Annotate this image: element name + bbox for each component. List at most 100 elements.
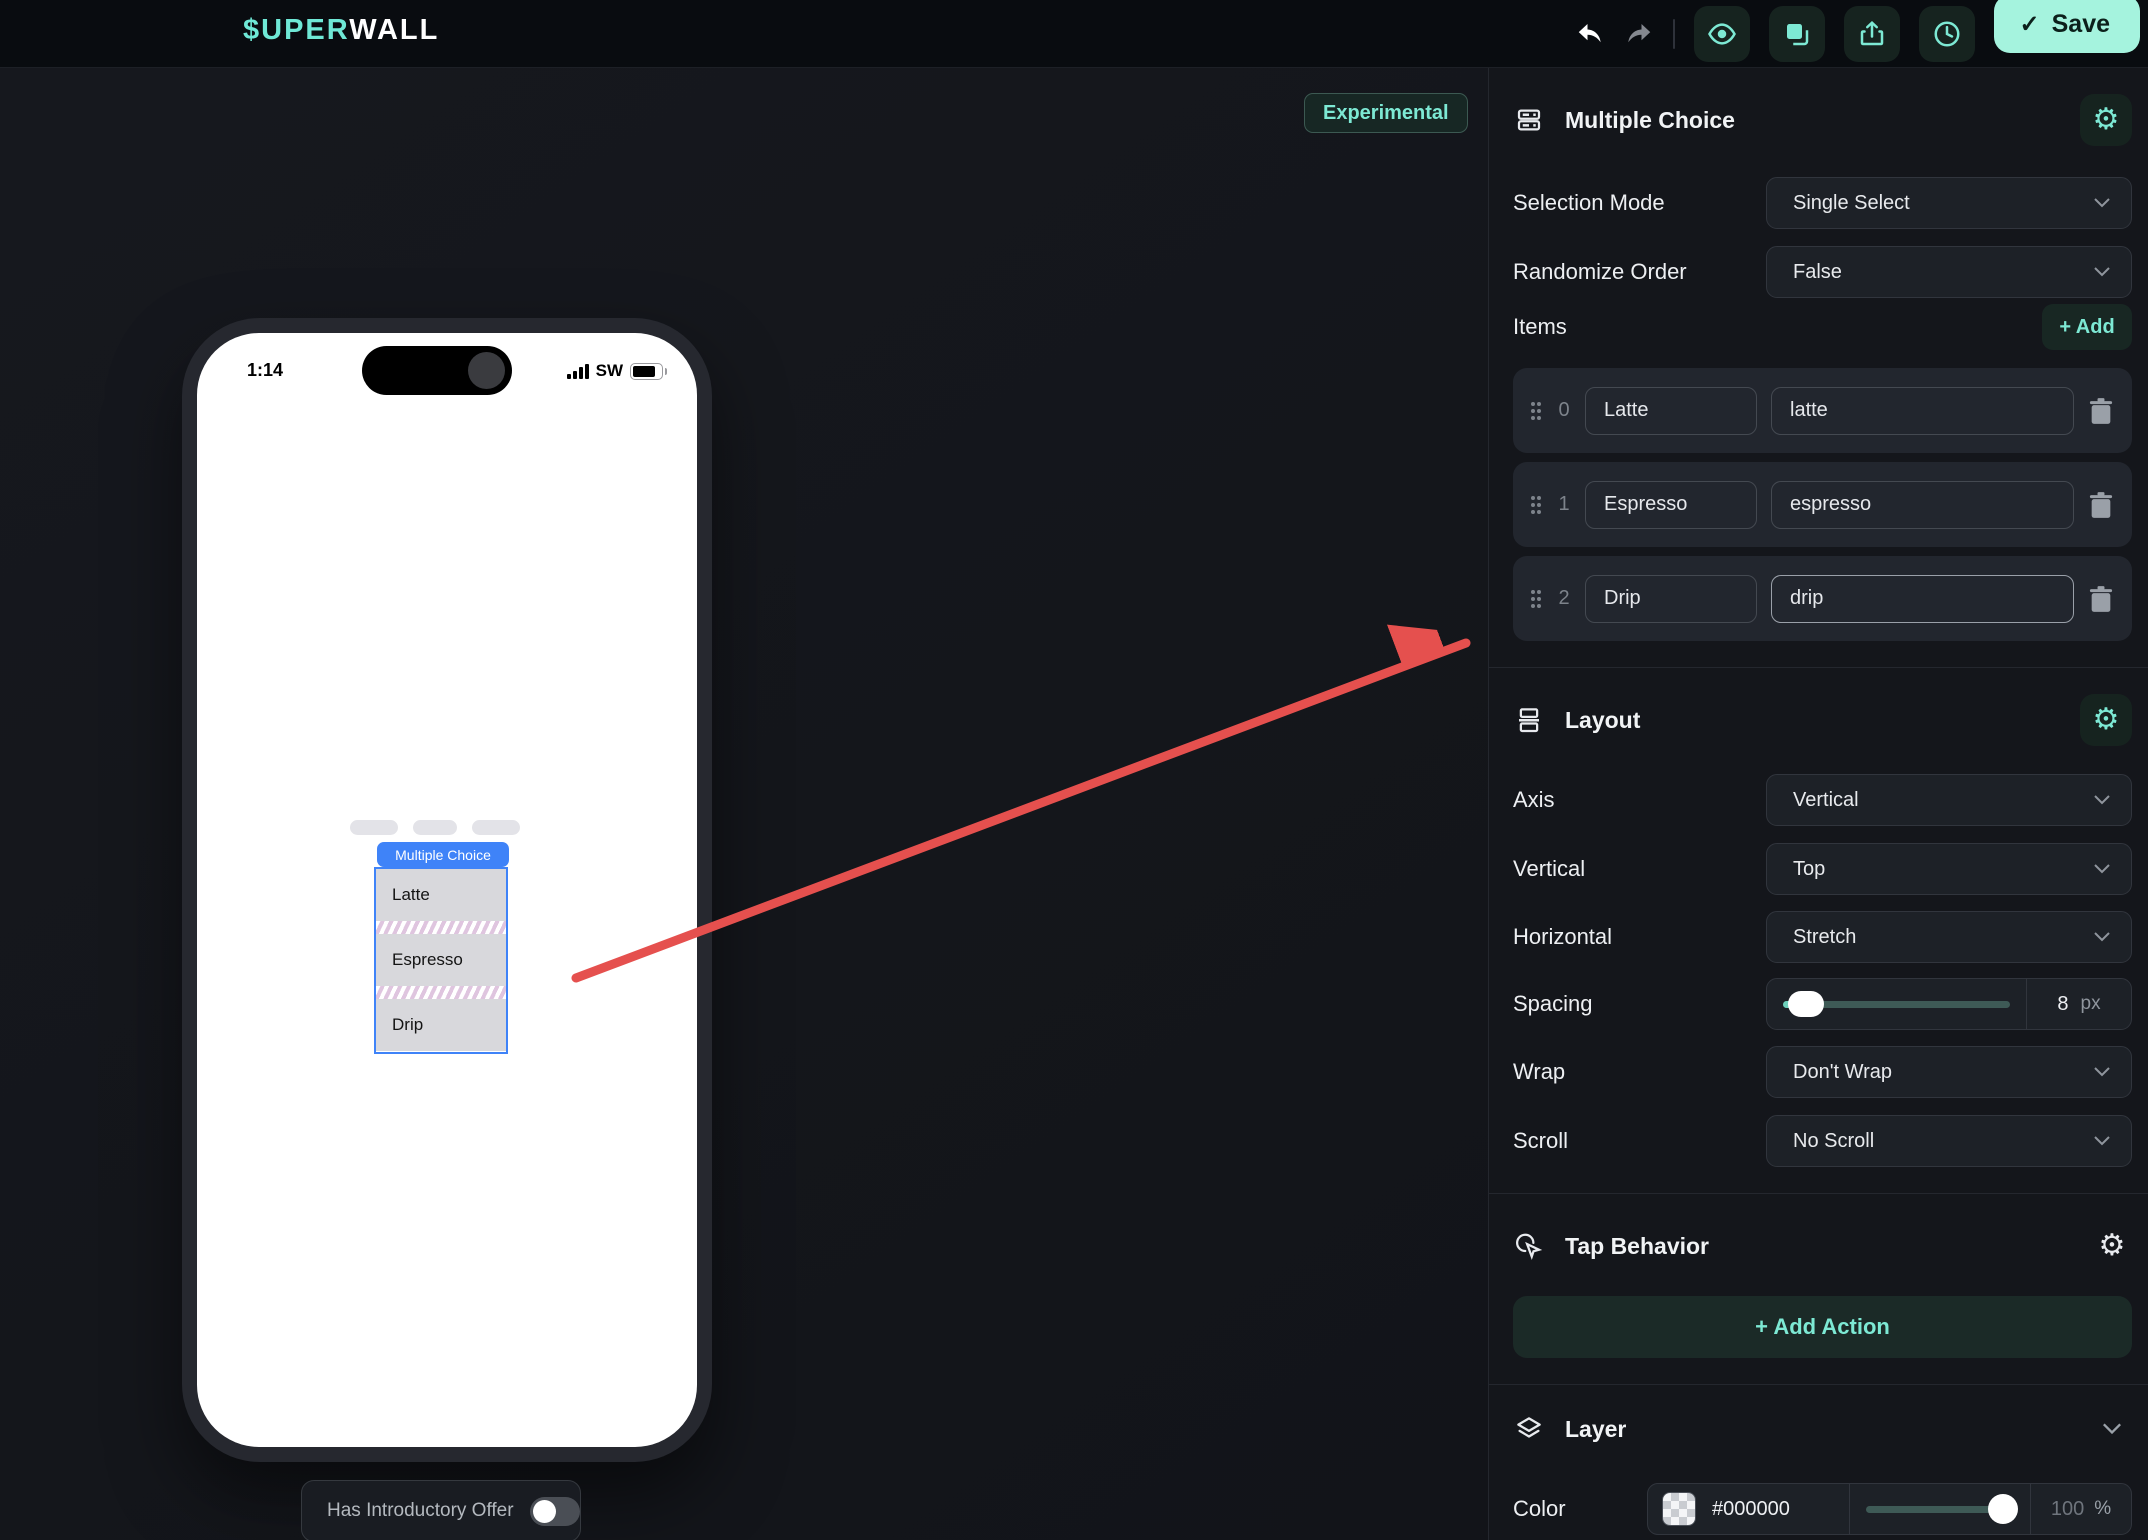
toolbar-right-cluster: ✓ Save	[1575, 0, 2140, 68]
drag-handle-icon[interactable]	[1529, 400, 1543, 422]
layer-color-control: #000000 100 %	[1647, 1483, 2132, 1535]
color-label: Color	[1513, 1496, 1566, 1521]
multiple-choice-settings-gear-icon[interactable]: ⚙	[2080, 94, 2132, 146]
layout-settings-gear-icon[interactable]: ⚙	[2080, 694, 2132, 746]
horizontal-label: Horizontal	[1513, 924, 1613, 949]
item-row-2: 2	[1513, 556, 2132, 641]
drag-handle-icon[interactable]	[1529, 588, 1543, 610]
placeholder-pills	[350, 820, 520, 835]
inspector-panel: Multiple Choice ⚙ Selection Mode Single …	[1488, 68, 2148, 1540]
history-clock-icon[interactable]	[1918, 6, 1975, 62]
opacity-unit: %	[2094, 1498, 2112, 1519]
layer-collapse-chevron-icon[interactable]	[2092, 1422, 2132, 1436]
toolbar-divider	[1672, 19, 1675, 49]
section-layer: Layer Color #000000 100 %	[1489, 1403, 2148, 1540]
camera-dot	[468, 352, 505, 389]
axis-dropdown[interactable]: Vertical	[1766, 774, 2132, 826]
signal-icon	[566, 363, 589, 379]
intro-offer-label: Has Introductory Offer	[327, 1500, 514, 1521]
choice-option-espresso[interactable]: Espresso	[376, 934, 506, 986]
choice-option-latte[interactable]: Latte	[376, 869, 506, 921]
item-value-input[interactable]	[1771, 480, 2074, 529]
item-label-input[interactable]	[1585, 574, 1757, 623]
add-item-button[interactable]: + Add	[2042, 304, 2132, 350]
spacing-label: Spacing	[1513, 991, 1593, 1016]
section-title: Layout	[1565, 706, 1641, 733]
experimental-badge: Experimental	[1304, 93, 1468, 133]
layout-icon	[1513, 704, 1545, 736]
dynamic-island	[362, 346, 512, 395]
opacity-value[interactable]: 100	[2051, 1498, 2084, 1521]
section-title: Layer	[1565, 1415, 1627, 1442]
scroll-dropdown[interactable]: No Scroll	[1766, 1115, 2132, 1167]
duplicate-icon[interactable]	[1768, 6, 1825, 62]
trash-icon[interactable]	[2088, 397, 2114, 425]
drag-handle-icon[interactable]	[1529, 494, 1543, 516]
item-index: 2	[1558, 587, 1570, 609]
placeholder-pill	[350, 820, 398, 835]
scroll-label: Scroll	[1513, 1128, 1569, 1153]
selection-tag: Multiple Choice	[377, 842, 509, 867]
trash-icon[interactable]	[2088, 491, 2114, 519]
chevron-down-icon	[2094, 267, 2110, 277]
item-index: 0	[1558, 399, 1570, 421]
item-index: 1	[1558, 493, 1570, 515]
intro-offer-toggle[interactable]	[529, 1496, 580, 1526]
placeholder-pill	[413, 820, 457, 835]
item-row-0: 0	[1513, 368, 2132, 453]
choice-option-drip[interactable]: Drip	[376, 999, 506, 1051]
chevron-down-icon	[2094, 795, 2110, 805]
add-action-button[interactable]: + Add Action	[1513, 1296, 2132, 1358]
top-toolbar: $UPERWALL ✓ Save	[0, 0, 2148, 68]
color-swatch[interactable]	[1662, 1492, 1696, 1526]
chevron-down-icon	[2094, 1067, 2110, 1077]
vertical-label: Vertical	[1513, 856, 1586, 881]
superwall-logo: $UPERWALL	[243, 14, 440, 46]
chevron-down-icon	[2094, 864, 2110, 874]
phone-preview: 1:14 SW Multiple Choice Latte Espresso D…	[182, 318, 712, 1462]
section-layout: Layout ⚙ Axis Vertical Vertical Top Hori…	[1489, 692, 2148, 1194]
item-value-input[interactable]	[1771, 574, 2074, 623]
wrap-label: Wrap	[1513, 1059, 1566, 1084]
tap-behavior-icon	[1513, 1230, 1545, 1262]
item-label-input[interactable]	[1585, 386, 1757, 435]
spacing-stripe	[376, 986, 506, 999]
chevron-down-icon	[2094, 932, 2110, 942]
layers-icon	[1513, 1413, 1545, 1445]
chevron-down-icon	[2094, 1136, 2110, 1146]
editor-canvas: Experimental 1:14 SW Multiple Choice Lat…	[0, 68, 1488, 1540]
selection-mode-dropdown[interactable]: Single Select	[1766, 177, 2132, 229]
randomize-order-dropdown[interactable]: False	[1766, 246, 2132, 298]
opacity-slider-knob[interactable]	[1988, 1494, 2018, 1524]
axis-label: Axis	[1513, 787, 1555, 812]
spacing-unit: px	[2080, 993, 2101, 1014]
color-hex-value[interactable]: #000000	[1712, 1498, 1790, 1521]
items-label: Items	[1513, 314, 1567, 339]
spacing-value[interactable]: 8	[2057, 993, 2068, 1016]
undo-icon[interactable]	[1575, 19, 1605, 49]
vertical-dropdown[interactable]: Top	[1766, 843, 2132, 895]
wrap-dropdown[interactable]: Don't Wrap	[1766, 1046, 2132, 1098]
section-tap-behavior: Tap Behavior ⚙ + Add Action	[1489, 1218, 2148, 1385]
selection-mode-label: Selection Mode	[1513, 190, 1665, 215]
export-icon[interactable]	[1843, 6, 1900, 62]
superwall-editor: Experimental 1:14 SW Multiple Choice Lat…	[0, 0, 2148, 1540]
spacing-stripe	[376, 921, 506, 934]
intro-offer-control: Has Introductory Offer	[301, 1480, 581, 1540]
carrier-label: SW	[595, 361, 623, 380]
trash-icon[interactable]	[2088, 585, 2114, 613]
multiple-choice-component[interactable]: Latte Espresso Drip	[374, 867, 508, 1054]
battery-icon	[630, 362, 667, 380]
chevron-down-icon	[2094, 198, 2110, 208]
spacing-slider-knob[interactable]	[1787, 991, 1824, 1017]
preview-eye-icon[interactable]	[1693, 6, 1750, 62]
randomize-order-label: Randomize Order	[1513, 259, 1687, 284]
item-value-input[interactable]	[1771, 386, 2074, 435]
redo-icon[interactable]	[1624, 19, 1654, 49]
placeholder-pill	[472, 820, 520, 835]
tap-behavior-settings-gear-icon[interactable]: ⚙	[2092, 1220, 2132, 1272]
multiple-choice-icon	[1513, 104, 1545, 136]
save-button[interactable]: ✓ Save	[1993, 0, 2140, 53]
item-label-input[interactable]	[1585, 480, 1757, 529]
horizontal-dropdown[interactable]: Stretch	[1766, 911, 2132, 963]
